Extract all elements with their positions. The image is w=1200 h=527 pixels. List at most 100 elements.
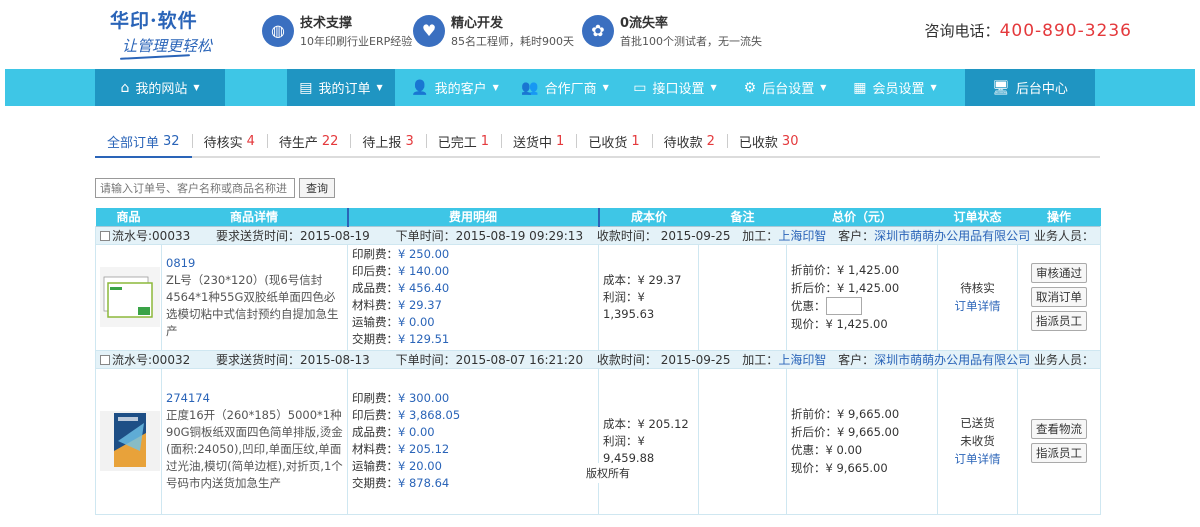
fee-label: 印刷费： bbox=[352, 247, 398, 261]
logo-title: 华印·软件 bbox=[110, 10, 198, 32]
fee-item: 材料费：¥ 29.37 bbox=[352, 297, 594, 314]
tab-label: 待核实 bbox=[203, 135, 243, 151]
discount-input[interactable] bbox=[825, 297, 862, 316]
discount-value: 优惠：¥ 0.00 bbox=[791, 443, 863, 457]
feature-title: 0流失率 bbox=[620, 16, 669, 31]
order-detail-link[interactable]: 订单详情 bbox=[942, 450, 1013, 468]
tab-count: 30 bbox=[781, 133, 799, 149]
order-checkbox[interactable] bbox=[100, 230, 110, 241]
tab-paid[interactable]: 已收款 30 bbox=[726, 126, 811, 156]
tab-label: 已收货 bbox=[588, 135, 628, 151]
nav-label: 后台中心 bbox=[1015, 82, 1068, 97]
fee-item: 材料费：¥ 205.12 bbox=[352, 441, 594, 458]
fee-item: 运输费：¥ 20.00 bbox=[352, 458, 594, 475]
order-detail-link[interactable]: 订单详情 bbox=[942, 297, 1013, 315]
tab-pending-production[interactable]: 待生产 22 bbox=[266, 126, 351, 156]
fee-value: ¥ 205.12 bbox=[398, 442, 450, 456]
order-delivery-time: 要求送货时间：2015-08-19 bbox=[216, 228, 370, 243]
fee-value: ¥ 300.00 bbox=[398, 391, 450, 405]
order-receive-time: 收款时间： 2015-09-25 bbox=[596, 352, 731, 367]
view-logistics-button[interactable]: 查看物流 bbox=[1031, 419, 1087, 439]
tab-label: 待上报 bbox=[362, 135, 402, 151]
cost-cell: 成本：¥ 29.37 利润：¥ 1,395.63 bbox=[598, 243, 699, 351]
product-code-link[interactable]: 0819 bbox=[166, 255, 343, 272]
search-button[interactable]: 查询 bbox=[299, 178, 335, 198]
hotline-label: 咨询电话： bbox=[924, 22, 1000, 40]
fee-item: 印刷费：¥ 300.00 bbox=[352, 390, 594, 407]
price-before-discount: 折前价：¥ 1,425.00 bbox=[791, 262, 900, 277]
main-nav: ⌂ 我的网站 ▼ ▤ 我的订单 ▼ 👤 我的客户 ▼ 👥 合作厂商 ▼ ▭ 接口… bbox=[5, 69, 1195, 106]
nav-label: 会员设置 bbox=[872, 82, 925, 97]
tab-pending-payment[interactable]: 待收款 2 bbox=[651, 126, 727, 156]
search-input[interactable] bbox=[95, 178, 295, 198]
chevron-down-icon: ▼ bbox=[710, 83, 717, 92]
tab-delivering[interactable]: 送货中 1 bbox=[501, 126, 576, 156]
nav-item-my-website[interactable]: ⌂ 我的网站 ▼ bbox=[95, 69, 225, 106]
order-serial: 流水号:00033 bbox=[112, 228, 191, 243]
price-after-discount: 折后价：¥ 9,665.00 bbox=[791, 425, 900, 439]
fee-label: 运输费： bbox=[352, 459, 398, 473]
feature-tech-support: ◍ 技术支撑 10年印刷行业ERP经验 bbox=[262, 12, 412, 49]
process-link[interactable]: 上海印智 bbox=[778, 353, 826, 367]
tab-count: 4 bbox=[246, 133, 255, 149]
product-thumbnail[interactable] bbox=[100, 411, 160, 471]
assign-staff-button[interactable]: 指派员工 bbox=[1031, 311, 1087, 331]
fee-item: 印后费：¥ 3,868.05 bbox=[352, 407, 594, 424]
people-icon: ✿ bbox=[582, 14, 614, 47]
tab-label: 待收款 bbox=[663, 135, 703, 151]
nav-item-backend-settings[interactable]: ⚙ 后台设置 ▼ bbox=[735, 69, 835, 106]
nav-item-api-settings[interactable]: ▭ 接口设置 ▼ bbox=[625, 69, 725, 106]
customer-link[interactable]: 深圳市萌萌办公用品有限公司 bbox=[874, 229, 1030, 243]
profit-value: 利润：¥ 9,459.88 bbox=[603, 433, 655, 465]
order-checkbox[interactable] bbox=[100, 354, 110, 365]
column-header: 商品详情 bbox=[161, 208, 348, 226]
tab-received[interactable]: 已收货 1 bbox=[576, 126, 651, 156]
product-thumbnail[interactable] bbox=[100, 267, 160, 327]
fee-value: ¥ 250.00 bbox=[398, 247, 450, 261]
nav-item-partners[interactable]: 👥 合作厂商 ▼ bbox=[515, 69, 615, 106]
fee-value: ¥ 129.51 bbox=[398, 332, 450, 346]
fee-item: 印后费：¥ 140.00 bbox=[352, 263, 594, 280]
product-detail-cell: 274174 正度16开（260*185）5000*1种90G铜板纸双面四色简单… bbox=[161, 367, 348, 515]
product-code-link[interactable]: 274174 bbox=[166, 390, 343, 407]
fee-item: 印刷费：¥ 250.00 bbox=[352, 246, 594, 263]
table-row: 274174 正度16开（260*185）5000*1种90G铜板纸双面四色简单… bbox=[95, 367, 1101, 515]
tab-pending-verify[interactable]: 待核实 4 bbox=[191, 126, 267, 156]
approve-button[interactable]: 审核通过 bbox=[1031, 263, 1087, 283]
tab-count: 1 bbox=[556, 133, 565, 149]
tab-label: 已完工 bbox=[437, 135, 477, 151]
cost-cell: 成本：¥ 205.12 利润：¥ 9,459.88 bbox=[598, 367, 699, 515]
remark-cell bbox=[698, 367, 787, 515]
tab-pending-report[interactable]: 待上报 3 bbox=[350, 126, 425, 156]
nav-item-backend-center[interactable]: 🖥 后台中心 bbox=[965, 69, 1095, 106]
order-receive-time: 收款时间： 2015-09-25 bbox=[596, 228, 731, 243]
fee-label: 交期费： bbox=[352, 476, 398, 490]
logo[interactable]: 华印·软件 让管理更轻松 bbox=[110, 6, 230, 60]
cost-value: 成本：¥ 29.37 bbox=[603, 272, 682, 287]
chevron-down-icon: ▼ bbox=[193, 83, 200, 92]
assign-staff-button[interactable]: 指派员工 bbox=[1031, 443, 1087, 463]
column-header: 操作 bbox=[1017, 208, 1101, 226]
column-header: 费用明细 bbox=[346, 208, 600, 226]
copyright-text: 版权所有 bbox=[582, 463, 634, 483]
hotline-number: 400-890-3236 bbox=[999, 21, 1132, 41]
tab-label: 全部订单 bbox=[107, 135, 160, 151]
process-link[interactable]: 上海印智 bbox=[778, 229, 826, 243]
product-thumb-cell bbox=[95, 243, 162, 351]
tab-label: 送货中 bbox=[513, 135, 553, 151]
order-status-cell: 待核实 订单详情 bbox=[937, 243, 1018, 351]
nav-item-my-customers[interactable]: 👤 我的客户 ▼ bbox=[405, 69, 505, 106]
fee-item: 交期费：¥ 878.64 bbox=[352, 475, 594, 492]
customer-link[interactable]: 深圳市萌萌办公用品有限公司 bbox=[874, 353, 1030, 367]
operation-cell: 查看物流 指派员工 bbox=[1017, 367, 1101, 515]
fee-label: 成品费： bbox=[352, 425, 398, 439]
nav-item-my-orders[interactable]: ▤ 我的订单 ▼ bbox=[287, 69, 395, 106]
status-badge: 待核实 bbox=[960, 281, 995, 295]
discount-label: 优惠： bbox=[791, 298, 826, 313]
tab-all-orders[interactable]: 全部订单 32 bbox=[95, 126, 192, 158]
tab-completed[interactable]: 已完工 1 bbox=[425, 126, 501, 156]
remark-cell bbox=[698, 243, 787, 351]
cancel-order-button[interactable]: 取消订单 bbox=[1031, 287, 1087, 307]
nav-item-member-settings[interactable]: ▦ 会员设置 ▼ bbox=[843, 69, 947, 106]
group-icon: 👥 bbox=[521, 79, 539, 96]
